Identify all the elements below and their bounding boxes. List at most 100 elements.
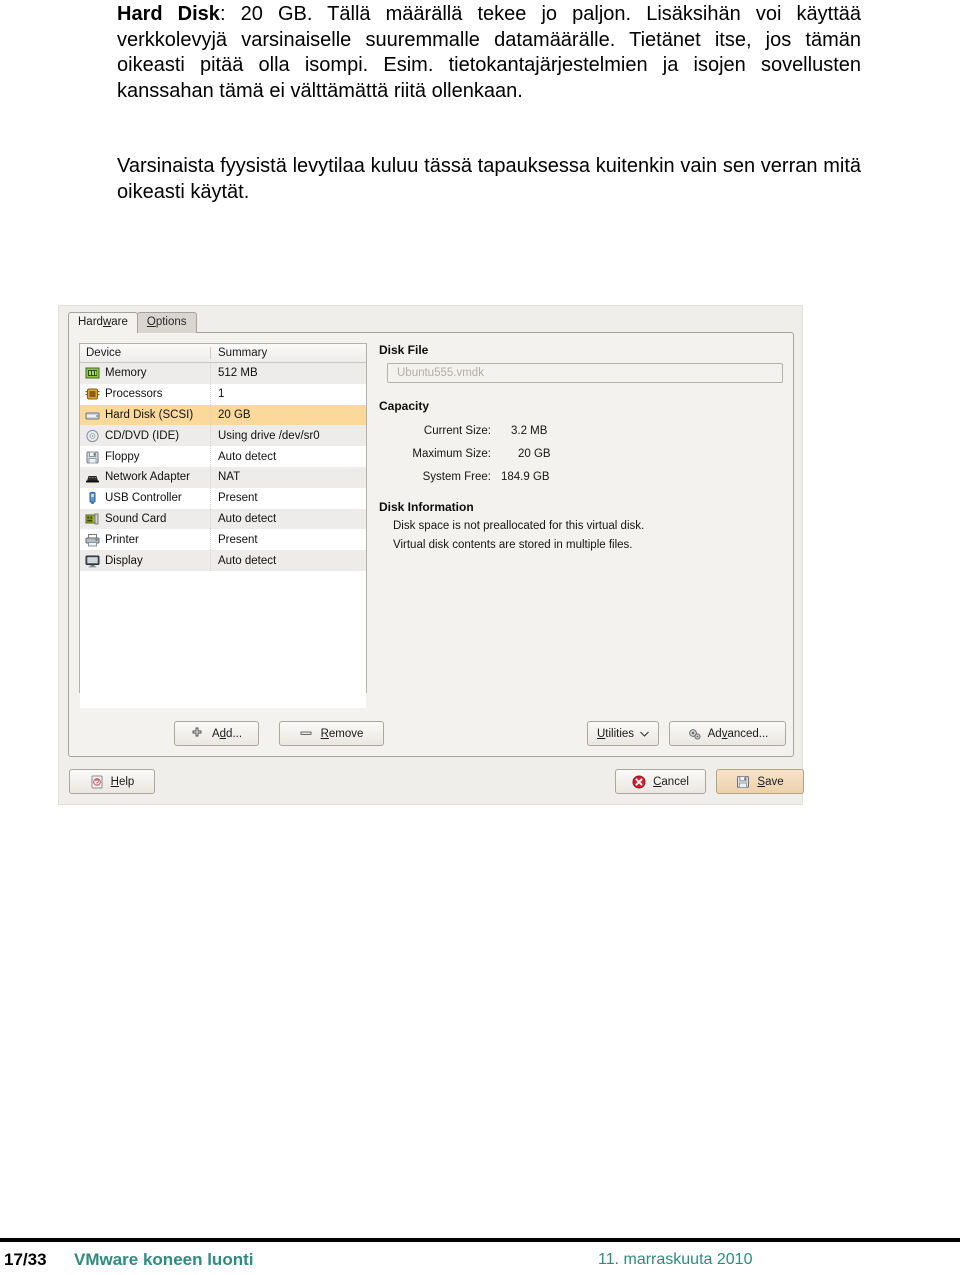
- table-row[interactable]: Sound Card Auto detect: [80, 508, 366, 530]
- device-summary: 512 MB: [210, 363, 366, 384]
- device-name: Floppy: [105, 450, 140, 463]
- dialog-action-bar: Help Cancel Save: [69, 769, 804, 795]
- tab-hardware-pre: Hard: [78, 316, 103, 328]
- tab-strip: Hardware Options: [68, 312, 793, 333]
- hard-disk-label: Hard Disk: [117, 3, 220, 25]
- capacity-row-current-size: Current Size: 3.2 MB: [379, 419, 784, 442]
- disk-file-section-title: Disk File: [379, 343, 429, 357]
- add-button-label: Add...: [211, 727, 243, 740]
- column-header-device: Device: [86, 347, 122, 359]
- device-name: Network Adapter: [105, 471, 191, 484]
- add-button[interactable]: Add...: [174, 721, 259, 746]
- disk-information-line-1: Disk space is not preallocated for this …: [393, 520, 645, 532]
- minus-icon: [300, 727, 315, 741]
- footer-title: VMware koneen luonti: [74, 1250, 254, 1269]
- device-summary: Using drive /dev/sr0: [210, 425, 366, 447]
- tab-options-accel: O: [146, 316, 156, 328]
- device-name: USB Controller: [105, 492, 182, 505]
- table-row[interactable]: Display Auto detect: [80, 550, 366, 571]
- paragraph-1-rest: : 20 GB. Tällä määrällä tekee jo paljon.…: [219, 3, 782, 25]
- table-row[interactable]: CD/DVD (IDE) Using drive /dev/sr0: [80, 425, 366, 447]
- tab-hardware-post: are: [111, 316, 128, 328]
- advanced-button-label: Advanced...: [707, 727, 769, 740]
- device-name: Processors: [105, 388, 163, 401]
- maximum-size-value: 20 GB: [518, 447, 551, 460]
- table-row[interactable]: USB Controller Present: [80, 487, 366, 509]
- cancel-button[interactable]: Cancel: [615, 769, 706, 794]
- harddisk-icon: [85, 408, 100, 422]
- system-free-value: 184.9 GB: [501, 470, 550, 483]
- help-button[interactable]: Help: [69, 769, 155, 794]
- soundcard-icon: [85, 512, 100, 526]
- device-list[interactable]: Device Summary Memory 512 MB Processors …: [79, 343, 367, 708]
- table-row[interactable]: Memory 512 MB: [80, 363, 366, 384]
- hardware-tab-panel: Device Summary Memory 512 MB Processors …: [68, 332, 794, 757]
- device-name: Hard Disk (SCSI): [105, 408, 194, 421]
- cancel-button-label: Cancel: [653, 775, 689, 788]
- hardware-action-bar: Add... Remove Utilities Advanced...: [79, 721, 786, 746]
- table-row[interactable]: Printer Present: [80, 529, 366, 551]
- utilities-button[interactable]: Utilities: [587, 721, 659, 746]
- capacity-section-title: Capacity: [379, 399, 430, 413]
- maximum-size-label: Maximum Size:: [412, 447, 491, 460]
- disk-information-line-2: Virtual disk contents are stored in mult…: [393, 539, 633, 551]
- table-row[interactable]: Network Adapter NAT: [80, 466, 366, 488]
- save-button-label: Save: [757, 775, 784, 788]
- slide-footer: 17/33 VMware koneen luonti 11. marraskuu…: [0, 1248, 960, 1275]
- close-icon: [632, 775, 647, 789]
- network-icon: [85, 470, 100, 484]
- table-row-selected[interactable]: Hard Disk (SCSI) 20 GB: [80, 404, 366, 426]
- column-header-summary: Summary: [210, 347, 366, 359]
- chevron-down-icon: [640, 728, 649, 740]
- floppy-icon: [85, 450, 100, 464]
- utilities-button-label: Utilities: [596, 727, 635, 740]
- capacity-row-system-free: System Free: 184.9 GB: [379, 465, 784, 488]
- device-name: Memory: [105, 367, 147, 380]
- plus-icon: [191, 727, 206, 741]
- paragraph-1-line5: välttämättä riitä ollenkaan.: [290, 79, 523, 102]
- device-summary: 1: [210, 383, 366, 405]
- table-row[interactable]: Floppy Auto detect: [80, 446, 366, 467]
- device-summary: Auto detect: [210, 446, 366, 467]
- footer-rule: [0, 1238, 960, 1242]
- paragraph-2-line1: Varsinaista fyysistä levytilaa kuluu täs…: [117, 155, 675, 177]
- remove-button-label: Remove: [320, 727, 364, 740]
- gear-icon: [687, 727, 702, 741]
- tab-hardware-accel: w: [102, 316, 112, 328]
- advanced-button[interactable]: Advanced...: [669, 721, 786, 746]
- device-summary: 20 GB: [210, 404, 366, 426]
- table-row[interactable]: Processors 1: [80, 383, 366, 405]
- device-summary: Present: [210, 487, 366, 509]
- device-summary: Auto detect: [210, 550, 366, 571]
- display-icon: [85, 554, 100, 568]
- paragraph-2: Varsinaista fyysistä levytilaa kuluu täs…: [117, 154, 861, 205]
- device-summary: Auto detect: [210, 508, 366, 530]
- device-name: Printer: [105, 533, 139, 546]
- remove-button[interactable]: Remove: [279, 721, 384, 746]
- capacity-row-maximum-size: Maximum Size: 20 GB: [379, 442, 784, 465]
- device-name: Sound Card: [105, 512, 167, 525]
- system-free-label: System Free:: [422, 470, 491, 483]
- device-name: CD/DVD (IDE): [105, 429, 180, 442]
- cddvd-icon: [85, 429, 100, 443]
- slide-page: Hard Disk: 20 GB. Tällä määrällä tekee j…: [0, 0, 960, 1275]
- vmware-settings-dialog: Hardware Options Device Summary Memory 51…: [58, 305, 804, 805]
- processor-icon: [85, 387, 100, 401]
- help-icon: [90, 775, 105, 789]
- save-button[interactable]: Save: [716, 769, 804, 794]
- page-number: 17/33: [4, 1250, 47, 1269]
- memory-icon: [85, 366, 100, 380]
- current-size-label: Current Size:: [423, 424, 491, 437]
- paragraph-1: Hard Disk: 20 GB. Tällä määrällä tekee j…: [117, 2, 861, 104]
- tab-hardware[interactable]: Hardware: [68, 312, 138, 333]
- disk-detail-pane: Disk File Ubuntu555.vmdk Capacity Curren…: [379, 343, 784, 693]
- current-size-value: 3.2 MB: [511, 424, 548, 437]
- device-summary: NAT: [210, 466, 366, 488]
- device-name: Display: [105, 554, 143, 567]
- disk-file-input[interactable]: Ubuntu555.vmdk: [387, 363, 783, 383]
- tab-options-post: ptions: [155, 316, 187, 328]
- device-list-empty-area: [80, 570, 366, 708]
- device-summary: Present: [210, 529, 366, 551]
- disk-information-section-title: Disk Information: [379, 500, 474, 514]
- tab-options[interactable]: Options: [136, 312, 197, 333]
